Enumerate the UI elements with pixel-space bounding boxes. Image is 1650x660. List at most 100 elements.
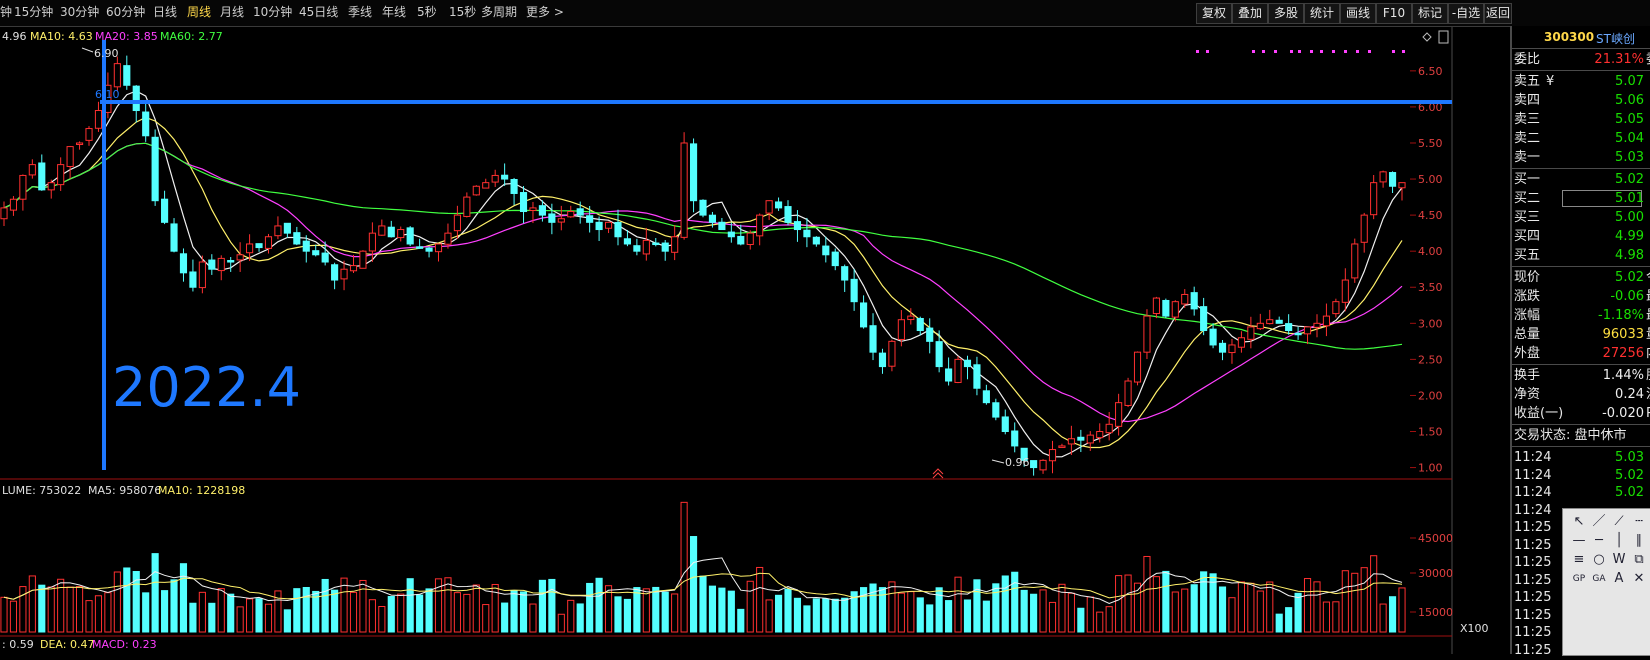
tab-period-3[interactable]: 60分钟 (106, 5, 145, 19)
tab-period-5[interactable]: 周线 (187, 5, 211, 19)
candle-body (538, 205, 546, 216)
watchlist-button[interactable]: -自选 (1448, 3, 1484, 24)
volume-bar (1360, 567, 1368, 633)
ask-row-2[interactable]: 卖二 5.04 (1512, 129, 1650, 148)
bid-row-3[interactable]: 买三 5.00 (1512, 208, 1650, 227)
candle-body (774, 201, 783, 209)
volume-bar (812, 598, 820, 633)
volume-bar (227, 593, 235, 633)
volume-bar (1039, 589, 1047, 633)
tab-period-13[interactable]: 多周期 (481, 5, 517, 19)
dashed-line-icon[interactable]: ┄ (1629, 513, 1649, 531)
stat-netasset-value: 0.24 (1615, 387, 1644, 402)
candle-body (1247, 326, 1255, 340)
candle-body (340, 268, 348, 280)
signal-dot (1206, 50, 1209, 53)
segment-icon[interactable]: — (1569, 532, 1589, 550)
draw-line-button[interactable]: 画线 (1340, 3, 1376, 24)
fuquan-button[interactable]: 复权 (1196, 3, 1232, 24)
text-icon[interactable]: A (1609, 570, 1629, 588)
volume-bar (236, 606, 244, 633)
ask-row-4[interactable]: 卖四 5.06 (1512, 91, 1650, 110)
ask-row-5[interactable]: 卖五 ¥ 5.07 (1512, 72, 1650, 91)
horizontal-line-icon[interactable]: ─ (1589, 532, 1609, 550)
volume-bar (614, 596, 622, 633)
volume-bar (75, 586, 84, 633)
delete-icon[interactable]: ✕ (1629, 570, 1649, 588)
tick-time: 11:25 (1514, 572, 1552, 588)
candle-body (812, 236, 820, 245)
select-arrow-icon[interactable]: ↖ (1569, 513, 1589, 531)
ask-row-3[interactable]: 卖三 5.05 (1512, 110, 1650, 129)
ray-icon[interactable]: ⟋ (1609, 513, 1629, 531)
ask-1-label: 卖一 (1514, 150, 1541, 165)
f10-button[interactable]: F10 (1376, 3, 1412, 24)
volume-bar (1077, 607, 1085, 633)
candle-body (1181, 293, 1189, 305)
bid-row-5[interactable]: 买五 4.98 (1512, 246, 1650, 265)
candle-body (945, 368, 953, 382)
statistics-button[interactable]: 统计 (1304, 3, 1340, 24)
mark-button[interactable]: 标记 (1412, 3, 1448, 24)
channel-icon[interactable]: ⧉ (1629, 551, 1649, 569)
candle-body (47, 182, 55, 191)
stat-row-outer: 外盘 27256 内 (1512, 344, 1650, 363)
tab-period-6[interactable]: 月线 (220, 5, 244, 19)
tab-period-1[interactable]: 15分钟 (14, 5, 53, 19)
candle-body (689, 143, 698, 202)
signal-dot (1356, 50, 1359, 53)
parallel-icon[interactable]: ∥ (1629, 532, 1649, 550)
tab-period-4[interactable]: 日线 (153, 5, 177, 19)
volume-bar (9, 600, 18, 633)
back-button[interactable]: 返回 (1484, 3, 1512, 24)
tick-time: 11:25 (1514, 537, 1552, 553)
signal-dot (1332, 50, 1335, 53)
candle-body (1322, 315, 1331, 327)
tab-period-9[interactable]: 季线 (348, 5, 372, 19)
volume-bar (283, 609, 291, 633)
bid-row-2[interactable]: 买二 5.01 (1512, 189, 1650, 208)
candle-body (831, 251, 839, 267)
tab-period-10[interactable]: 年线 (382, 5, 406, 19)
candle-body (161, 198, 169, 223)
volume-bar (482, 604, 490, 633)
vertical-line-icon[interactable]: │ (1609, 532, 1629, 550)
tab-period-2[interactable]: 30分钟 (60, 5, 99, 19)
stock-name[interactable]: ST峡创 (1596, 30, 1635, 47)
stock-code[interactable]: 300300 (1544, 30, 1594, 44)
bid-4-label: 买四 (1514, 229, 1541, 244)
candle-body (850, 278, 858, 303)
candle-body (246, 243, 254, 254)
gap-icon[interactable]: GP (1569, 570, 1589, 588)
volume-bar (1067, 592, 1075, 633)
ask-row-1[interactable]: 卖一 5.03 (1512, 148, 1650, 167)
volume-bar (1237, 581, 1245, 633)
tab-period-14[interactable]: 更多 > (526, 5, 564, 19)
volume-bar (1370, 555, 1378, 633)
circle-icon[interactable]: ○ (1589, 551, 1609, 569)
tab-period-11[interactable]: 5秒 (417, 5, 437, 19)
tab-period-8[interactable]: 45日线 (299, 5, 338, 19)
gann-icon[interactable]: GA (1589, 570, 1609, 588)
multi-stock-button[interactable]: 多股 (1268, 3, 1304, 24)
bid-row-1[interactable]: 买一 5.02 (1512, 170, 1650, 189)
price-axis-label: 5.50 (1418, 137, 1443, 150)
volume-bar (519, 591, 528, 633)
overlay-button[interactable]: 叠加 (1232, 3, 1268, 24)
tab-period-12[interactable]: 15秒 (449, 5, 476, 19)
volume-bar (718, 587, 726, 633)
wave-icon[interactable]: W (1609, 551, 1629, 569)
bid-row-4[interactable]: 买四 4.99 (1512, 227, 1650, 246)
volume-bar (1218, 586, 1227, 633)
volume-bar (708, 585, 717, 633)
kline-chart[interactable]: 6.506.005.505.004.504.003.503.002.502.00… (0, 0, 1510, 654)
ma60-legend: MA60: 2.77 (160, 30, 223, 43)
line-icon[interactable]: ／ (1589, 513, 1609, 531)
candle-body (1209, 328, 1217, 346)
tab-period-0[interactable]: 钟 (0, 5, 12, 19)
fibonacci-icon[interactable]: ≡ (1569, 551, 1589, 569)
tab-period-7[interactable]: 10分钟 (253, 5, 292, 19)
volume-bar (1247, 582, 1255, 633)
volume-bar (1398, 587, 1406, 633)
volume-bar (1162, 570, 1170, 633)
